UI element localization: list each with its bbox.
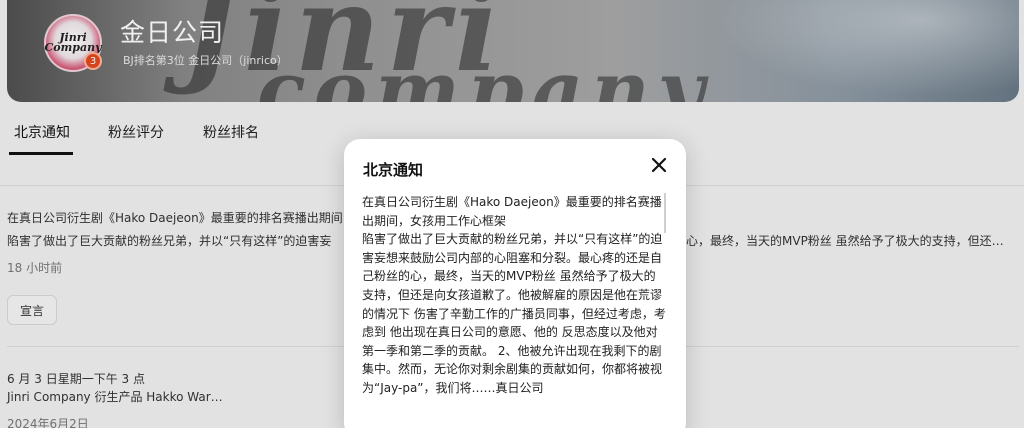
modal-title: 北京通知 xyxy=(363,161,424,179)
modal-body-text: 在真日公司衍生剧《Hako Daejeon》最重要的排名赛播出期间，女孩用工作心… xyxy=(362,193,666,428)
modal-paragraph: 在真日公司衍生剧《Hako Daejeon》最重要的排名赛播出期间，女孩用工作心… xyxy=(362,195,666,395)
close-icon[interactable] xyxy=(648,154,670,176)
notice-modal: 北京通知 在真日公司衍生剧《Hako Daejeon》最重要的排名赛播出期间，女… xyxy=(344,139,686,428)
modal-scrollbar[interactable] xyxy=(664,193,666,233)
